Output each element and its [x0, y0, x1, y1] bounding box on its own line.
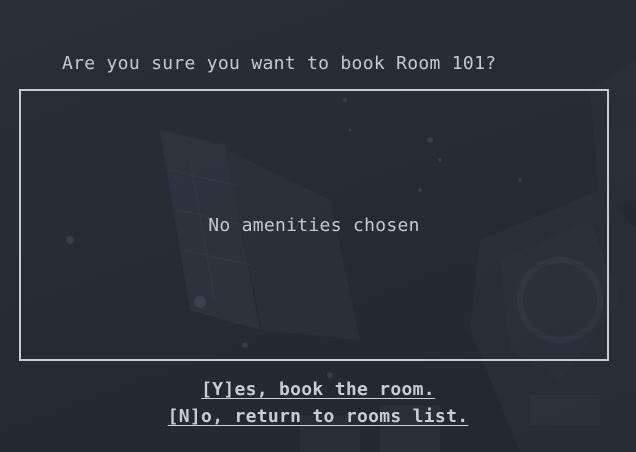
amenities-panel: No amenities chosen	[19, 89, 609, 361]
no-return-to-rooms-link[interactable]: [N]o, return to rooms list.	[0, 403, 636, 430]
amenities-empty-message: No amenities chosen	[208, 215, 420, 236]
yes-book-room-link[interactable]: [Y]es, book the room.	[0, 376, 636, 403]
action-links: [Y]es, book the room. [N]o, return to ro…	[0, 376, 636, 430]
booking-confirmation-screen: Are you sure you want to book Room 101? …	[0, 0, 636, 452]
confirmation-prompt: Are you sure you want to book Room 101?	[62, 53, 497, 74]
